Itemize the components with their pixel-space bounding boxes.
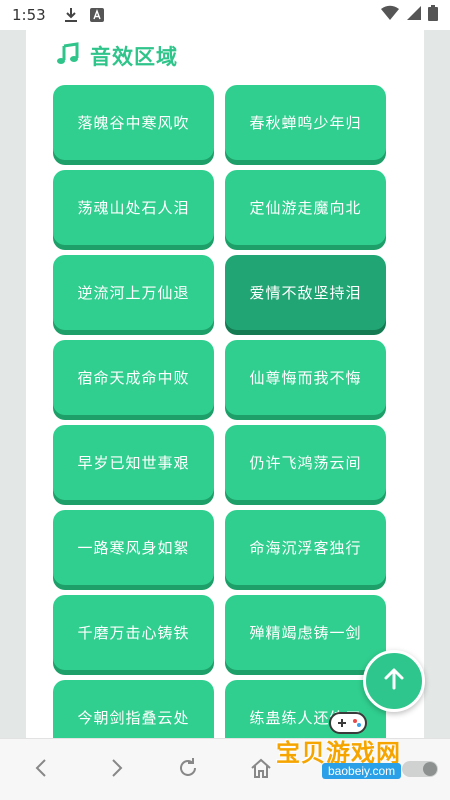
sound-label: 殚精竭虑铸一剑 bbox=[249, 624, 362, 642]
sound-button[interactable]: 逆流河上万仙退 bbox=[53, 255, 214, 330]
battery-icon bbox=[428, 5, 438, 25]
sound-button[interactable]: 仙尊悔而我不悔 bbox=[225, 340, 386, 415]
sound-label: 早岁已知世事艰 bbox=[77, 454, 190, 472]
sound-label: 仍许飞鸿荡云间 bbox=[249, 454, 362, 472]
watermark-url: baobeiy.com bbox=[322, 763, 402, 779]
site-watermark: 宝贝游戏网 baobeiy.com bbox=[270, 705, 445, 795]
sound-label: 爱情不敌坚持泪 bbox=[249, 284, 362, 302]
status-bar: 1:53 bbox=[0, 0, 450, 30]
sound-label: 今朝剑指叠云处 bbox=[77, 709, 190, 727]
sound-button[interactable]: 春秋蝉鸣少年归 bbox=[225, 85, 386, 160]
toggle-switch[interactable] bbox=[402, 761, 438, 777]
sound-label: 命海沉浮客独行 bbox=[249, 539, 362, 557]
forward-icon bbox=[106, 758, 126, 782]
sound-label: 仙尊悔而我不悔 bbox=[249, 369, 362, 387]
sound-label: 春秋蝉鸣少年归 bbox=[249, 114, 362, 132]
section-header: 音效区域 bbox=[56, 40, 178, 72]
wifi-icon bbox=[380, 5, 400, 25]
status-indicators bbox=[380, 5, 438, 25]
home-icon bbox=[250, 757, 272, 783]
forward-button[interactable] bbox=[100, 754, 132, 786]
arrow-up-icon bbox=[381, 666, 407, 696]
sound-label: 落魄谷中寒风吹 bbox=[77, 114, 190, 132]
sound-button[interactable]: 千磨万击心铸铁 bbox=[53, 595, 214, 670]
sound-button[interactable]: 一路寒风身如絮 bbox=[53, 510, 214, 585]
sound-label: 一路寒风身如絮 bbox=[77, 539, 190, 557]
signal-icon bbox=[406, 5, 422, 25]
sound-button[interactable]: 殚精竭虑铸一剑 bbox=[225, 595, 386, 670]
sound-button[interactable]: 定仙游走魔向北 bbox=[225, 170, 386, 245]
app-a-icon bbox=[86, 4, 108, 26]
music-note-icon bbox=[56, 42, 80, 70]
sound-button[interactable]: 仍许飞鸿荡云间 bbox=[225, 425, 386, 500]
refresh-button[interactable] bbox=[172, 754, 204, 786]
scroll-top-button[interactable] bbox=[363, 650, 425, 712]
sound-button[interactable]: 今朝剑指叠云处 bbox=[53, 680, 214, 738]
back-button[interactable] bbox=[26, 754, 58, 786]
sound-effects-page: 音效区域 落魄谷中寒风吹 春秋蝉鸣少年归 荡魂山处石人泪 定仙游走魔向北 逆流河… bbox=[26, 30, 424, 738]
sound-button[interactable]: 宿命天成命中败 bbox=[53, 340, 214, 415]
back-icon bbox=[32, 758, 52, 782]
sound-label: 逆流河上万仙退 bbox=[77, 284, 190, 302]
section-title: 音效区域 bbox=[90, 45, 178, 69]
status-time: 1:53 bbox=[12, 6, 46, 24]
sound-button[interactable]: 早岁已知世事艰 bbox=[53, 425, 214, 500]
sound-button[interactable]: 命海沉浮客独行 bbox=[225, 510, 386, 585]
sound-button[interactable]: 落魄谷中寒风吹 bbox=[53, 85, 214, 160]
sound-button[interactable]: 荡魂山处石人泪 bbox=[53, 170, 214, 245]
sound-button[interactable]: 爱情不敌坚持泪 bbox=[225, 255, 386, 330]
sound-label: 定仙游走魔向北 bbox=[249, 199, 362, 217]
sound-label: 荡魂山处石人泪 bbox=[77, 199, 190, 217]
sound-label: 宿命天成命中败 bbox=[77, 369, 190, 387]
refresh-icon bbox=[177, 757, 199, 783]
download-icon bbox=[60, 4, 82, 26]
sound-label: 千磨万击心铸铁 bbox=[77, 624, 190, 642]
